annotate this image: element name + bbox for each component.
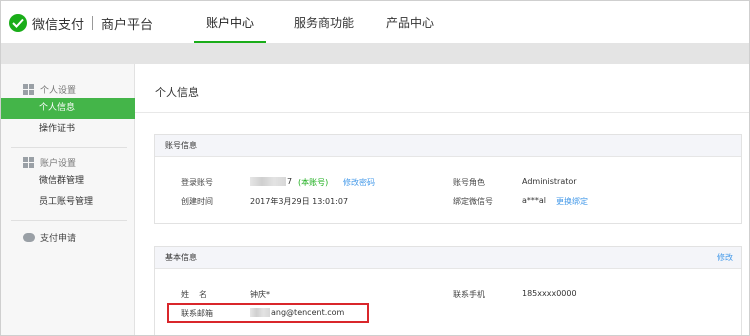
nav-product-center[interactable]: 产品中心 [372,1,448,43]
login-account-value: 7 [287,177,293,186]
panel-heading: 账号信息 [155,135,741,157]
sidebar: 个人设置 个人信息 操作证书 账户设置 微信群管理 员工账号管理 支付申请 [1,64,135,335]
panel-heading: 基本信息 修改 [155,247,741,269]
sidebar-group-header: 账户设置 [1,153,135,171]
sidebar-group-title: 个人设置 [40,85,77,96]
app-window: 微信支付 商户平台 账户中心 服务商功能 产品中心 个人设置 个人信息 操作证书… [0,0,750,336]
sidebar-group-personal: 个人设置 个人信息 操作证书 [1,80,135,140]
brand-name: 微信支付 [32,17,85,33]
sidebar-item-label: 支付申请 [40,233,77,244]
edit-link[interactable]: 修改 [717,247,733,269]
account-role-label: 账号角色 [453,178,485,187]
login-account-label: 登录账号 [181,178,213,187]
grid-icon [23,156,34,168]
name-value: 钟庆* [250,290,270,299]
sidebar-divider [11,147,127,148]
cloud-icon [23,232,35,242]
brand-divider [92,16,94,30]
page-title: 个人信息 [155,86,199,99]
redacted-value [250,177,286,186]
sidebar-item-staff-accounts[interactable]: 员工账号管理 [1,192,135,213]
created-time-value: 2017年3月29日 13:01:07 [250,197,349,206]
phone-label: 联系手机 [453,290,485,299]
brand-subtitle: 商户平台 [101,17,154,33]
bound-wechat-value: a***al [522,196,547,205]
bound-wechat-label: 绑定微信号 [453,197,493,206]
sidebar-group-header: 个人设置 [1,80,135,98]
nav-account-center[interactable]: 账户中心 [194,1,266,43]
sidebar-group-account: 账户设置 微信群管理 员工账号管理 [1,153,135,213]
nav-service-provider[interactable]: 服务商功能 [280,1,368,43]
sidebar-group-title: 账户设置 [40,158,77,169]
current-account-tag: (本账号) [298,178,329,187]
created-time-label: 创建时间 [181,197,213,206]
grid-icon [23,83,34,95]
account-role-value: Administrator [522,177,577,186]
sidebar-item-wechat-group[interactable]: 微信群管理 [1,171,135,192]
change-password-link[interactable]: 修改密码 [343,177,375,188]
wechat-pay-icon [9,14,27,32]
main-nav: 账户中心 服务商功能 产品中心 [194,1,448,43]
sidebar-item-pay-apply[interactable]: 支付申请 [1,228,135,246]
title-divider [135,112,749,113]
top-navbar: 微信支付 商户平台 账户中心 服务商功能 产品中心 [1,1,749,43]
sidebar-item-certificate[interactable]: 操作证书 [1,119,135,140]
change-binding-link[interactable]: 更换绑定 [556,196,588,207]
name-label: 姓 名 [181,290,208,299]
phone-value: 185xxxx0000 [522,289,577,298]
header-band [1,43,749,64]
highlight-box [167,303,369,323]
account-info-panel: 账号信息 [154,134,742,224]
sidebar-item-personal-info[interactable]: 个人信息 [1,98,135,119]
brand-logo[interactable]: 微信支付 商户平台 [9,13,153,33]
panel-heading-text: 基本信息 [165,253,197,262]
sidebar-divider [11,220,127,221]
